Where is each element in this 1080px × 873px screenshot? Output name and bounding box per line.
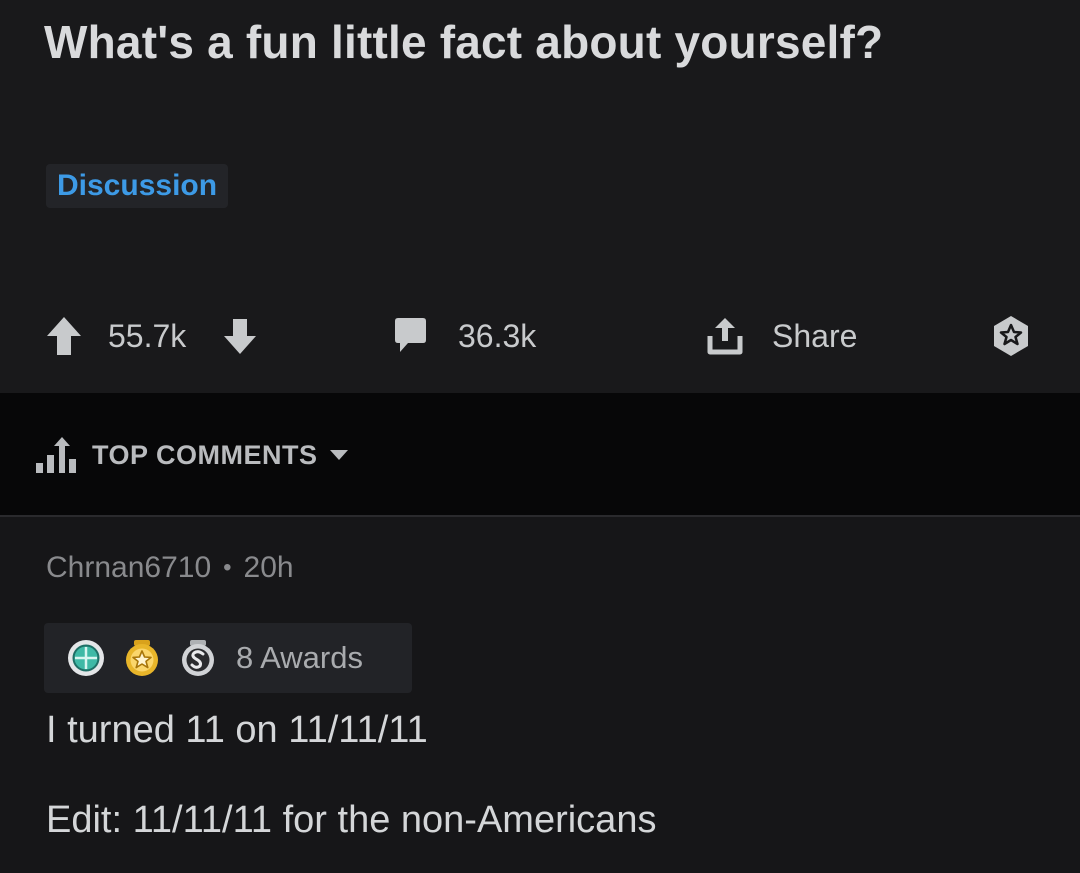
share-icon <box>704 314 746 358</box>
upvote-count: 55.7k <box>108 317 187 354</box>
award-icon <box>988 313 1034 359</box>
comment-age: 20h <box>243 551 294 584</box>
award-button[interactable] <box>988 306 1034 366</box>
post-actions-bar: 55.7k 36.3k Share <box>0 306 1080 366</box>
awards-box[interactable]: 8 Awards <box>44 623 412 693</box>
comment-body-line: Edit: 11/11/11 for the non-Americans <box>46 799 657 841</box>
post-title: What's a fun little fact about yourself? <box>44 16 884 68</box>
comment-count: 36.3k <box>458 317 537 354</box>
comment-author[interactable]: Chrnan6710 <box>46 551 211 585</box>
post-header: What's a fun little fact about yourself?… <box>0 0 1080 393</box>
comment-meta: Chrnan6710 • 20h <box>46 551 294 585</box>
comment-icon <box>390 315 430 357</box>
upvote-icon[interactable] <box>44 314 84 358</box>
awards-count: 8 Awards <box>236 640 363 675</box>
vote-group: 55.7k <box>44 306 258 366</box>
sort-bar: TOP COMMENTS <box>0 393 1080 517</box>
share-label: Share <box>772 317 858 354</box>
comments-button[interactable]: 36.3k <box>390 306 536 366</box>
share-button[interactable]: Share <box>704 306 857 366</box>
comment: Chrnan6710 • 20h 8 Awards I turned 11 on… <box>0 519 1080 873</box>
sort-label: TOP COMMENTS <box>92 439 318 470</box>
comment-body-line: I turned 11 on 11/11/11 <box>46 709 428 751</box>
caret-down-icon <box>328 448 350 462</box>
sort-dropdown[interactable]: TOP COMMENTS <box>34 433 350 477</box>
platinum-award-icon <box>66 638 106 678</box>
downvote-icon[interactable] <box>222 316 258 356</box>
post-flair[interactable]: Discussion <box>46 164 229 208</box>
sort-bars-icon <box>34 435 78 475</box>
meta-separator: • <box>223 554 232 581</box>
silver-award-icon <box>178 638 218 678</box>
gold-award-icon <box>122 638 162 678</box>
